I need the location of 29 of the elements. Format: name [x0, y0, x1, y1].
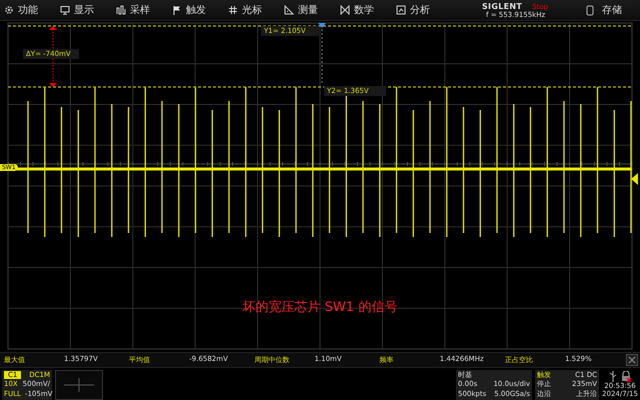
menu-button[interactable]: 分析 [392, 1, 448, 19]
close-icon [628, 356, 636, 364]
trigger-position-line[interactable] [321, 29, 323, 85]
close-button[interactable] [626, 354, 638, 366]
bowtie-icon [340, 5, 350, 15]
cursor-line[interactable] [8, 86, 632, 88]
menu-button[interactable]: 采样 [112, 1, 168, 19]
menu-button[interactable]: 功能 [0, 1, 56, 19]
wave-icon [116, 5, 126, 15]
trigger-level-icon[interactable] [631, 173, 638, 185]
gear-icon [4, 5, 14, 15]
menu-button[interactable]: 触发 [168, 1, 224, 19]
menu-button[interactable]: 数学 [336, 1, 392, 19]
channel-add-area[interactable] [55, 370, 103, 400]
grid-icon [228, 5, 238, 15]
caption-text: 坏的宽压芯片 SW1 的信号 [242, 299, 398, 316]
chart-icon [396, 5, 406, 15]
ruler-icon [284, 5, 294, 15]
menu-button[interactable]: 光标 [224, 1, 280, 19]
save-button[interactable]: 存储 [582, 1, 632, 19]
flag-icon [172, 5, 182, 15]
trigger-position-icon[interactable] [318, 23, 326, 28]
lock-icon [620, 371, 632, 382]
menu-button[interactable]: 显示 [56, 1, 112, 19]
monitor-icon [60, 5, 70, 15]
plus-icon [64, 378, 94, 392]
brand-logo: SIGLENT [482, 2, 522, 10]
menu-button[interactable]: 测量 [280, 1, 336, 19]
cursor-line[interactable] [8, 25, 632, 27]
